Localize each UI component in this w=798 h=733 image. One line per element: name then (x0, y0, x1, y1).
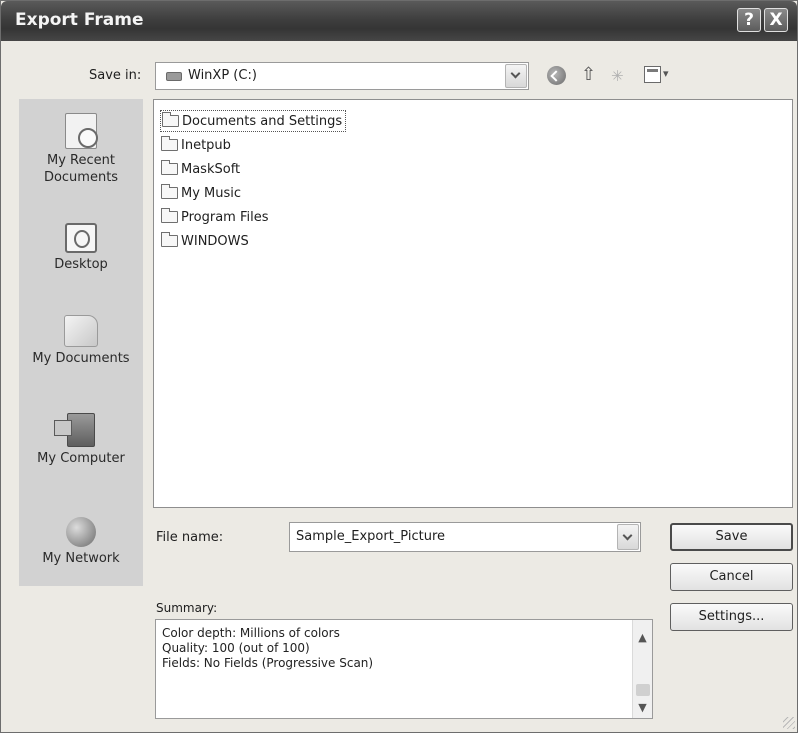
summary-line: Quality: 100 (out of 100) (162, 641, 310, 655)
file-name-input[interactable]: Sample_Export_Picture (289, 522, 641, 552)
list-item[interactable]: Documents and Settings (160, 110, 347, 132)
up-folder-icon[interactable]: ⇧ (581, 64, 597, 86)
place-desktop[interactable]: Desktop (19, 223, 143, 273)
dialog-title: Export Frame (15, 10, 144, 30)
folder-icon (161, 160, 178, 175)
view-menu-icon[interactable] (644, 66, 661, 83)
folder-icon (162, 112, 179, 127)
place-label: My Network (42, 551, 120, 566)
place-my-network[interactable]: My Network (19, 517, 143, 567)
file-name: MaskSoft (181, 161, 241, 177)
file-list[interactable]: Documents and Settings Inetpub MaskSoft … (153, 99, 793, 508)
summary-box: Color depth: Millions of colors Quality:… (155, 619, 653, 719)
file-name-value[interactable]: Sample_Export_Picture (296, 529, 445, 544)
places-bar: My Recent Documents Desktop My Documents… (19, 99, 143, 586)
desktop-icon (65, 223, 97, 253)
chevron-down-icon (510, 68, 521, 79)
list-item[interactable]: MaskSoft (160, 158, 240, 180)
view-menu-caret-icon[interactable]: ▾ (663, 67, 669, 80)
file-name: Inetpub (181, 137, 231, 153)
recent-documents-icon (65, 113, 98, 149)
resize-grip-icon[interactable] (783, 717, 795, 729)
place-label: My Computer (37, 451, 125, 466)
back-icon[interactable] (547, 66, 566, 85)
list-item[interactable]: Program Files (160, 206, 269, 228)
file-name-dropdown-button[interactable] (617, 524, 639, 550)
list-item[interactable]: WINDOWS (160, 230, 249, 252)
my-computer-icon (54, 413, 95, 447)
place-label: My Documents (32, 351, 130, 366)
save-in-dropdown-button[interactable] (505, 64, 527, 88)
list-item[interactable]: Inetpub (160, 134, 231, 156)
folder-icon (161, 136, 178, 151)
folder-icon (161, 184, 178, 199)
settings-button[interactable]: Settings... (670, 603, 793, 631)
save-in-label: Save in: (89, 68, 142, 83)
place-label: My Recent Documents (43, 153, 119, 185)
list-item[interactable]: My Music (160, 182, 241, 204)
close-button[interactable]: X (764, 8, 788, 32)
my-network-icon (66, 517, 96, 547)
summary-scrollbar[interactable]: ▲ ▼ (632, 620, 652, 718)
file-name: My Music (181, 185, 242, 201)
file-name: Program Files (181, 209, 269, 225)
file-name-label: File name: (156, 530, 224, 545)
save-button[interactable]: Save (670, 523, 793, 551)
place-my-documents[interactable]: My Documents (19, 315, 143, 367)
help-button[interactable]: ? (737, 8, 761, 32)
file-name: WINDOWS (181, 233, 249, 249)
scroll-thumb[interactable] (636, 684, 650, 696)
my-documents-icon (64, 315, 98, 347)
save-in-value: WinXP (C:) (188, 68, 257, 83)
place-my-recent-documents[interactable]: My Recent Documents (19, 113, 143, 186)
place-label: Desktop (54, 257, 108, 272)
export-frame-dialog: Export Frame ? X Save in: WinXP (C:) ⇧ ✳… (0, 0, 798, 733)
summary-label: Summary: (156, 601, 218, 615)
new-folder-icon[interactable]: ✳ (611, 67, 631, 85)
folder-icon (161, 232, 178, 247)
save-in-dropdown[interactable]: WinXP (C:) (155, 62, 529, 90)
summary-line: Color depth: Millions of colors (162, 626, 340, 640)
place-my-computer[interactable]: My Computer (19, 413, 143, 467)
chevron-down-icon (622, 530, 633, 541)
cancel-button[interactable]: Cancel (670, 563, 793, 591)
summary-line: Fields: No Fields (Progressive Scan) (162, 656, 374, 670)
scroll-up-icon[interactable]: ▲ (635, 630, 650, 645)
folder-icon (161, 208, 178, 223)
drive-icon (166, 72, 182, 81)
scroll-down-icon[interactable]: ▼ (635, 700, 650, 715)
file-name: Documents and Settings (182, 113, 343, 129)
title-bar[interactable]: Export Frame ? X (1, 1, 797, 41)
